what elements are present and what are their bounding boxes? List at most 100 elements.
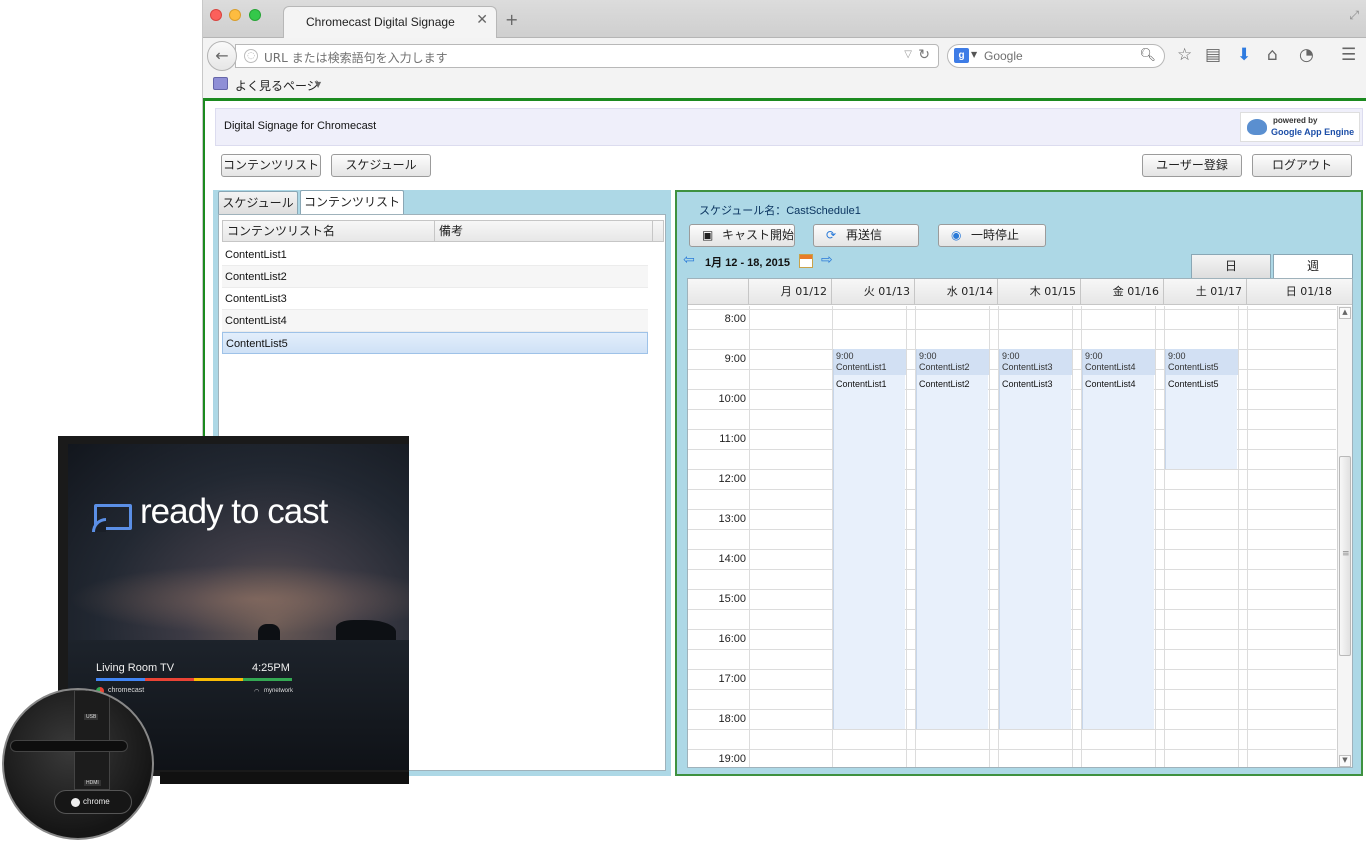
history-icon[interactable]: ◔ xyxy=(1299,46,1314,64)
event-body: ContentList1 xyxy=(836,379,887,389)
schedule-event[interactable]: 9:00 ContentList5 ContentList5 xyxy=(1165,349,1238,469)
start-cast-button[interactable]: ▣ キャスト開始 xyxy=(689,224,795,247)
user-register-button[interactable]: ユーザー登録 xyxy=(1142,154,1242,177)
calendar-icon[interactable] xyxy=(799,254,813,268)
pause-button[interactable]: ◉ 一時停止 xyxy=(938,224,1046,247)
bookmark-star-icon[interactable]: ☆ xyxy=(1177,46,1192,64)
google-engine-icon[interactable]: g xyxy=(954,48,969,63)
zoom-window-button[interactable] xyxy=(249,9,261,21)
chromecast-brand: chromecast xyxy=(108,687,145,694)
navigation-bar: ◌ URL または検索語句を入力します ▽ ↻ ← g ▼ Google 🔍︎ … xyxy=(203,38,1366,72)
calendar-grid[interactable]: 8:00 9:00 10:00 11:00 12:00 13:00 14:00 … xyxy=(688,306,1336,767)
back-button[interactable]: ← xyxy=(207,41,237,71)
schedule-event[interactable]: 9:00 ContentList4 ContentList4 xyxy=(1082,349,1155,729)
search-bar[interactable]: g ▼ Google 🔍︎ xyxy=(947,44,1165,68)
event-header: 9:00 ContentList2 xyxy=(917,349,989,375)
tab-close-icon[interactable]: ✕ xyxy=(476,12,488,28)
hour-label: 19:00 xyxy=(718,753,746,765)
gae-powered-text: powered by xyxy=(1273,116,1318,125)
minimize-window-button[interactable] xyxy=(229,9,241,21)
search-input[interactable]: Google xyxy=(984,49,1023,63)
hour-label: 8:00 xyxy=(724,313,746,325)
schedule-name-label: スケジュール名：CastSchedule1 xyxy=(699,205,861,217)
close-window-button[interactable] xyxy=(210,9,222,21)
hour-label: 10:00 xyxy=(718,393,746,405)
day-header[interactable]: 月 01/12 xyxy=(749,279,832,305)
contents-list-button[interactable]: コンテンツリスト xyxy=(221,154,321,177)
event-body: ContentList3 xyxy=(1002,379,1053,389)
back-arrow-icon: ← xyxy=(215,46,229,65)
hour-label: 15:00 xyxy=(718,593,746,605)
google-color-bar xyxy=(96,678,292,681)
calendar-scrollbar[interactable]: ▲ ≡ ▼ xyxy=(1337,306,1352,767)
grip-icon: ≡ xyxy=(1342,549,1350,559)
network-name: mynetwork xyxy=(264,688,294,694)
list-item[interactable]: ContentList4 xyxy=(222,310,648,332)
reload-icon[interactable]: ↻ xyxy=(918,47,930,63)
column-header-name[interactable]: コンテンツリスト名 xyxy=(223,221,435,241)
tv-time: 4:25PM xyxy=(252,662,290,674)
search-icon[interactable]: 🔍︎ xyxy=(1139,48,1156,63)
tab-contents-list[interactable]: コンテンツリスト xyxy=(300,190,404,215)
scroll-up-arrow-icon[interactable]: ▲ xyxy=(1339,307,1351,319)
event-header: 9:00 ContentList3 xyxy=(1000,349,1072,375)
tab-week-view[interactable]: 週 xyxy=(1273,254,1353,278)
tv-device-name: Living Room TV xyxy=(96,662,175,674)
resend-button[interactable]: ⟳ 再送信 xyxy=(813,224,919,247)
gae-name-text: Google App Engine xyxy=(1271,127,1355,137)
day-header[interactable]: 土 01/17 xyxy=(1164,279,1247,305)
event-title: ContentList4 xyxy=(1085,362,1136,372)
tv-stand xyxy=(160,772,409,784)
prev-week-arrow-icon[interactable]: ⇦ xyxy=(683,252,695,268)
fullscreen-icon[interactable]: ⤢ xyxy=(1349,8,1359,23)
screenshot: Chromecast Digital Signage ✕ + ⤢ ◌ URL ま… xyxy=(0,0,1366,844)
home-icon[interactable]: ⌂ xyxy=(1267,46,1278,64)
column-header-note[interactable]: 備考 xyxy=(435,221,653,241)
schedule-event[interactable]: 9:00 ContentList2 ContentList2 xyxy=(916,349,989,729)
menu-icon[interactable]: ☰ xyxy=(1341,46,1356,64)
event-header: 9:00 ContentList1 xyxy=(834,349,906,375)
chevron-down-icon[interactable]: ▼ xyxy=(315,80,321,89)
list-item[interactable]: ContentList2 xyxy=(222,266,648,288)
url-bar[interactable]: ◌ URL または検索語句を入力します ▽ ↻ xyxy=(235,44,939,68)
browser-tab-active[interactable]: Chromecast Digital Signage ✕ xyxy=(283,6,497,39)
day-header[interactable]: 金 01/16 xyxy=(1081,279,1164,305)
schedule-button[interactable]: スケジュール xyxy=(331,154,431,177)
schedule-event[interactable]: 9:00 ContentList3 ContentList3 xyxy=(999,349,1072,729)
event-title: ContentList5 xyxy=(1168,362,1219,372)
tab-strip: Chromecast Digital Signage ✕ + ⤢ xyxy=(203,0,1366,39)
bookmarks-toolbar: よく見るページ ▼ xyxy=(203,72,1366,98)
list-item[interactable]: ContentList3 xyxy=(222,288,648,310)
event-time: 9:00 xyxy=(836,351,854,361)
day-header[interactable]: 日 01/18 xyxy=(1247,279,1336,305)
schedule-event[interactable]: 9:00 ContentList1 ContentList1 xyxy=(833,349,906,729)
new-tab-icon[interactable]: + xyxy=(505,10,518,29)
reading-list-icon[interactable]: ▤ xyxy=(1205,46,1221,64)
hour-label: 16:00 xyxy=(718,633,746,645)
url-history-dropdown-icon[interactable]: ▽ xyxy=(904,49,912,60)
dongle-brand-text: chrome xyxy=(83,797,110,806)
day-header[interactable]: 水 01/14 xyxy=(915,279,998,305)
tab-day-view[interactable]: 日 xyxy=(1191,254,1271,278)
next-week-arrow-icon[interactable]: ⇨ xyxy=(821,252,833,268)
calendar-header: 月 01/12 火 01/13 水 01/14 木 01/15 金 01/16 … xyxy=(688,279,1352,305)
date-range: 1月 12 - 18, 2015 xyxy=(705,257,791,269)
scrollbar-thumb[interactable]: ≡ xyxy=(1339,456,1351,656)
download-icon[interactable]: ⬇ xyxy=(1237,46,1251,64)
engine-dropdown-icon[interactable]: ▼ xyxy=(971,50,977,59)
app-engine-logo-icon xyxy=(1247,119,1267,135)
app-engine-badge[interactable]: powered by Google App Engine xyxy=(1240,112,1360,142)
day-header[interactable]: 木 01/15 xyxy=(998,279,1081,305)
usb-cable xyxy=(10,740,128,752)
list-item[interactable]: ContentList1 xyxy=(222,244,648,266)
day-header[interactable]: 火 01/13 xyxy=(832,279,915,305)
most-visited-bookmark[interactable]: よく見るページ xyxy=(235,77,319,94)
tab-schedule[interactable]: スケジュール xyxy=(218,191,298,214)
scroll-down-arrow-icon[interactable]: ▼ xyxy=(1339,755,1351,767)
list-item-selected[interactable]: ContentList5 xyxy=(222,332,648,354)
event-title: ContentList1 xyxy=(836,362,887,372)
hour-label: 12:00 xyxy=(718,473,746,485)
logout-button[interactable]: ログアウト xyxy=(1252,154,1352,177)
folder-icon xyxy=(213,77,228,90)
url-input[interactable]: URL または検索語句を入力します xyxy=(264,49,448,66)
